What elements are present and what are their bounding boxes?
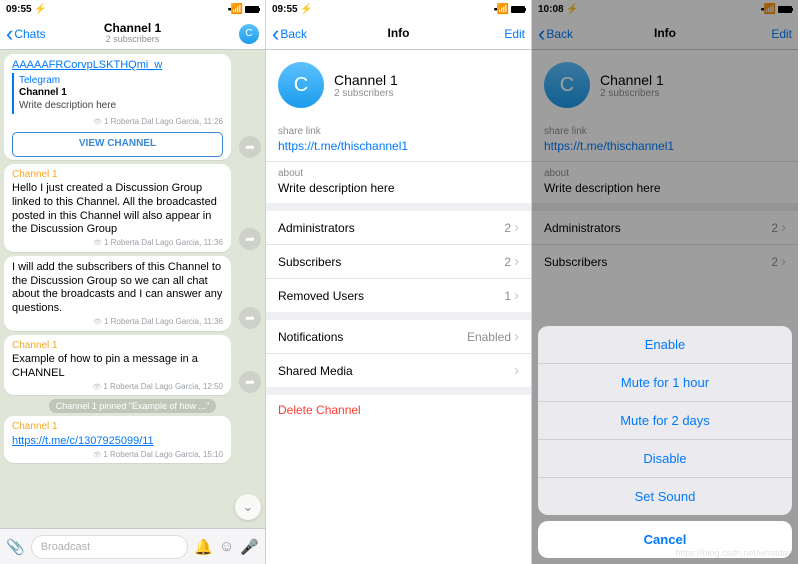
status-bar: 09:55 ⚡ ▪▪▪▪ 📶 <box>0 0 265 18</box>
status-time: 09:55 ⚡ <box>272 4 313 15</box>
screen-chat: 09:55 ⚡ ▪▪▪▪ 📶 Chats Channel 1 2 subscri… <box>0 0 266 564</box>
message-sender: Channel 1 <box>12 421 223 434</box>
nav-bar: Back Info Edit <box>266 18 531 50</box>
removed-users-row[interactable]: Removed Users1› <box>266 279 531 312</box>
mute-icon[interactable]: 🔔 <box>194 538 213 556</box>
link-preview[interactable]: Telegram Channel 1 Write description her… <box>12 73 223 115</box>
edit-button[interactable]: Edit <box>477 27 525 41</box>
sheet-option-mute-2d[interactable]: Mute for 2 days <box>538 402 792 440</box>
nav-title: Info <box>388 27 410 40</box>
nav-subtitle: 2 subscribers <box>104 35 161 45</box>
screen-info-sheet: 10:08 ⚡ ▪▪▪▪ 📶 Back Info Edit C Channel … <box>532 0 798 564</box>
delete-channel-button[interactable]: Delete Channel <box>266 395 531 425</box>
share-icon[interactable]: ➦ <box>239 371 261 393</box>
share-link-header: share link <box>266 120 531 137</box>
message-bubble[interactable]: I will add the subscribers of this Chann… <box>4 256 231 331</box>
action-sheet: Enable Mute for 1 hour Mute for 2 days D… <box>538 326 792 515</box>
administrators-row[interactable]: Administrators2› <box>266 211 531 245</box>
subscribers-row[interactable]: Subscribers2› <box>266 245 531 279</box>
sheet-option-disable[interactable]: Disable <box>538 440 792 478</box>
message-sender: Channel 1 <box>12 340 223 353</box>
status-time: 09:55 ⚡ <box>6 4 47 15</box>
scroll-down-button[interactable]: ⌄ <box>235 494 261 520</box>
attach-icon[interactable]: 📎 <box>6 538 25 556</box>
share-icon[interactable]: ➦ <box>239 307 261 329</box>
battery-icon <box>245 6 259 13</box>
channel-avatar[interactable]: C <box>239 24 259 44</box>
share-icon[interactable]: ➦ <box>239 228 261 250</box>
message-bubble[interactable]: AAAAAFRCorvpLSKTHQmi_w Telegram Channel … <box>4 54 231 160</box>
channel-avatar[interactable]: C <box>278 62 324 108</box>
nav-bar: Chats Channel 1 2 subscribers C <box>0 18 265 50</box>
message-sender: Channel 1 <box>12 169 223 182</box>
signal-icon: ▪▪▪▪ <box>494 4 495 14</box>
battery-icon <box>511 6 525 13</box>
notifications-row[interactable]: NotificationsEnabled› <box>266 320 531 354</box>
subscriber-count: 2 subscribers <box>334 88 398 99</box>
chat-body[interactable]: AAAAAFRCorvpLSKTHQmi_w Telegram Channel … <box>0 50 265 528</box>
message-link[interactable]: AAAAAFRCorvpLSKTHQmi_w <box>12 59 223 73</box>
back-button[interactable]: Chats <box>6 27 54 41</box>
wifi-icon: 📶 <box>497 4 509 15</box>
message-bubble[interactable]: Channel 1 Example of how to pin a messag… <box>4 335 231 396</box>
sheet-option-enable[interactable]: Enable <box>538 326 792 364</box>
screen-info: 09:55 ⚡ ▪▪▪▪ 📶 Back Info Edit C Channel … <box>266 0 532 564</box>
channel-name: Channel 1 <box>334 72 398 88</box>
message-bubble[interactable]: Channel 1 Hello I just created a Discuss… <box>4 164 231 252</box>
broadcast-input[interactable]: Broadcast <box>31 535 189 559</box>
view-channel-button[interactable]: VIEW CHANNEL <box>12 132 223 157</box>
sheet-option-set-sound[interactable]: Set Sound <box>538 478 792 515</box>
input-bar: 📎 Broadcast 🔔 ☺ 🎤 <box>0 528 265 564</box>
profile-header: C Channel 1 2 subscribers <box>266 50 531 120</box>
emoji-icon[interactable]: ☺ <box>219 538 234 555</box>
about-text: Write description here <box>266 179 531 203</box>
message-bubble[interactable]: Channel 1 https://t.me/c/1307925099/11 1… <box>4 416 231 463</box>
share-link[interactable]: https://t.me/thischannel1 <box>266 137 531 162</box>
mic-icon[interactable]: 🎤 <box>240 538 259 556</box>
signal-icon: ▪▪▪▪ <box>228 4 229 14</box>
message-link[interactable]: https://t.me/c/1307925099/11 <box>12 435 223 449</box>
status-bar: 09:55 ⚡ ▪▪▪▪ 📶 <box>266 0 531 18</box>
watermark: https://blog.csdn.net/whatday <box>675 548 792 558</box>
sheet-option-mute-1h[interactable]: Mute for 1 hour <box>538 364 792 402</box>
back-button[interactable]: Back <box>272 27 320 41</box>
shared-media-row[interactable]: Shared Media› <box>266 354 531 387</box>
pinned-banner[interactable]: Channel 1 pinned "Example of how ..." <box>49 399 216 413</box>
wifi-icon: 📶 <box>231 4 243 15</box>
share-icon[interactable]: ➦ <box>239 136 261 158</box>
action-sheet-overlay[interactable]: Enable Mute for 1 hour Mute for 2 days D… <box>532 0 798 564</box>
about-header: about <box>266 162 531 179</box>
